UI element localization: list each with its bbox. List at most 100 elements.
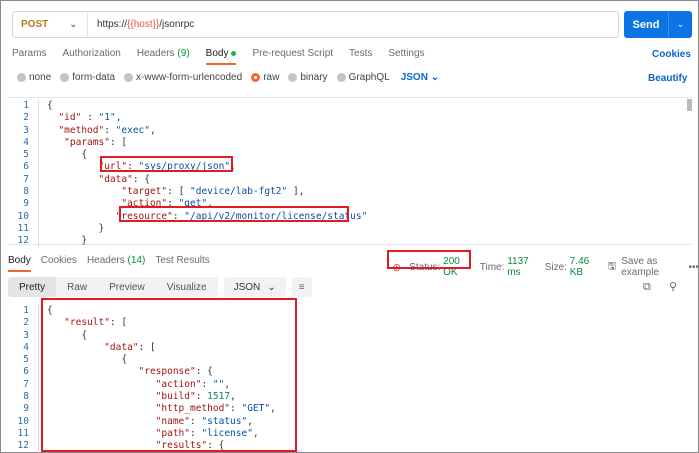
code-token: "target" [121, 186, 168, 198]
radio-icon [60, 73, 70, 82]
line-text: "params": [ [38, 136, 128, 150]
code-line: 1{ [8, 100, 692, 113]
save-as-example-button[interactable]: 🖫 Save as example [608, 256, 679, 278]
code-line: 10 "resource": "/api/v2/monitor/license/… [8, 210, 692, 223]
send-button[interactable]: Send ⌄ [624, 11, 692, 38]
send-label: Send [632, 18, 660, 31]
tab-settings[interactable]: Settings [388, 48, 424, 65]
line-number: 5 [23, 354, 29, 366]
tab-headers[interactable]: Headers (9) [137, 48, 190, 65]
radio-label: GraphQL [348, 72, 390, 83]
line-number: 7 [23, 173, 29, 185]
tab-label: Headers [86, 255, 125, 266]
scrollbar[interactable] [687, 99, 692, 111]
code-token: : [ [167, 186, 191, 198]
response-tab-test-results[interactable]: Test Results [155, 255, 209, 272]
tab-pre-request-script[interactable]: Pre-request Script [252, 48, 333, 65]
code-token: "method" [58, 124, 105, 136]
code-line: 3 "method": "exec", [8, 124, 692, 137]
line-number: 1 [23, 305, 29, 316]
response-format-select[interactable]: JSON ⌄ [223, 277, 286, 297]
radio-raw[interactable]: raw [251, 72, 279, 83]
response-toolbar: Pretty Raw Preview Visualize JSON ⌄ ≡ [8, 277, 312, 297]
beautify-link[interactable]: Beautify [648, 73, 687, 84]
code-line: 9 "action": "get", [8, 198, 692, 211]
line-number: 10 [17, 415, 29, 427]
line-number: 9 [23, 403, 29, 415]
time-value[interactable]: 1137 ms [507, 256, 537, 278]
line-text: } [38, 235, 87, 248]
radio-label: binary [300, 72, 328, 83]
headers-count: (14) [127, 255, 146, 266]
search-icon[interactable]: ⚲ [669, 280, 677, 293]
code-line: 8 "target": [ "device/lab-fgt2" ], [8, 186, 692, 199]
tab-tests[interactable]: Tests [349, 48, 372, 65]
url-variable: {{host}} [127, 19, 160, 30]
time-label: Time: [479, 261, 505, 273]
radio-urlencoded[interactable]: x-www-form-urlencoded [124, 72, 242, 83]
chevron-down-icon: ⌄ [430, 72, 440, 83]
format-label: JSON [233, 281, 261, 293]
view-pretty[interactable]: Pretty [8, 277, 57, 297]
line-number: 9 [23, 198, 29, 210]
line-text: } [38, 222, 105, 236]
code-token: ], [287, 186, 305, 198]
send-options-chevron-icon[interactable]: ⌄ [668, 11, 692, 38]
wrap-lines-icon[interactable]: ≡ [291, 277, 312, 297]
modified-dot-icon [231, 50, 237, 56]
radio-icon [336, 73, 346, 82]
line-text: { [38, 100, 53, 113]
code-token: } [47, 222, 105, 234]
code-token: : [81, 112, 99, 124]
line-number: 11 [17, 427, 29, 439]
line-number: 6 [23, 161, 29, 173]
line-number: 11 [17, 222, 29, 234]
body-type-options: none form-data x-www-form-urlencoded raw… [17, 72, 439, 83]
view-preview[interactable]: Preview [98, 277, 156, 297]
view-raw[interactable]: Raw [56, 277, 98, 297]
line-text: "target": [ "device/lab-fgt2" ], [38, 186, 305, 199]
method-select[interactable]: POST ⌄ [13, 12, 88, 37]
url-suffix: /jsonrpc [159, 19, 195, 30]
code-token: : [ [109, 136, 128, 148]
line-text: "id" : "1", [38, 112, 121, 125]
tab-authorization[interactable]: Authorization [62, 48, 120, 65]
response-tab-cookies[interactable]: Cookies [41, 255, 77, 272]
radio-form-data[interactable]: form-data [60, 72, 115, 83]
size-label: Size: [544, 261, 567, 273]
radio-binary[interactable]: binary [288, 72, 328, 83]
radio-icon [288, 73, 298, 82]
line-number: 3 [23, 124, 29, 136]
radio-graphql[interactable]: GraphQL [336, 72, 390, 83]
line-number: 5 [23, 149, 29, 161]
copy-icon[interactable]: ⧉ [643, 281, 651, 294]
url-input[interactable]: https://{{host}}/jsonrpc [88, 19, 194, 30]
tab-label: Headers [136, 48, 175, 59]
highlight-box-status [387, 250, 471, 269]
headers-count: (9) [177, 48, 190, 59]
radio-none[interactable]: none [17, 72, 51, 83]
radio-label: none [29, 72, 52, 83]
tab-body[interactable]: Body [205, 48, 237, 65]
cookies-link[interactable]: Cookies [652, 49, 691, 60]
response-tab-body[interactable]: Body [8, 255, 31, 272]
url-bar: POST ⌄ https://{{host}}/jsonrpc [12, 11, 619, 38]
request-tabs: Params Authorization Headers (9) Body Pr… [12, 48, 441, 65]
tab-params[interactable]: Params [12, 48, 46, 65]
line-number: 2 [23, 112, 29, 124]
size-value[interactable]: 7.46 KB [570, 256, 598, 278]
response-tab-headers[interactable]: Headers (14) [87, 255, 145, 272]
more-options-icon[interactable]: ••• [689, 262, 699, 273]
body-format-select[interactable]: JSON ⌄ [401, 72, 439, 83]
code-token: "1" [98, 112, 116, 124]
code-token: "params" [64, 136, 110, 148]
url-prefix: https:// [97, 19, 128, 30]
view-visualize[interactable]: Visualize [156, 277, 218, 297]
format-label: JSON [400, 72, 428, 83]
line-number: 6 [23, 366, 29, 378]
